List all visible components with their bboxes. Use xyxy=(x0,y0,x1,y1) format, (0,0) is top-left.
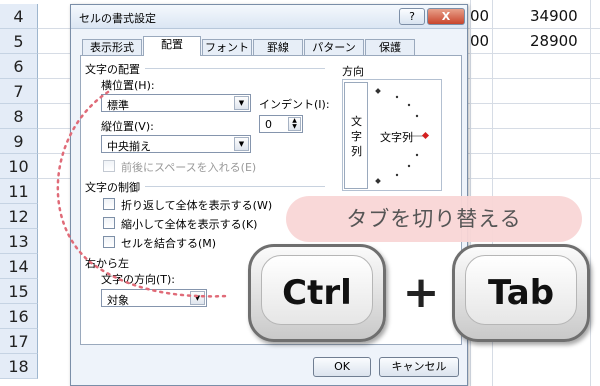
tab-key: Tab xyxy=(452,244,590,342)
ctrl-key: Ctrl xyxy=(248,244,386,342)
plus-sign: + xyxy=(402,267,440,318)
tab-alignment[interactable]: 配置 xyxy=(143,36,201,56)
hint-banner: タブを切り替える xyxy=(286,196,582,242)
ctrl-key-label: Ctrl xyxy=(261,255,373,325)
tab-key-label: Tab xyxy=(465,255,577,325)
